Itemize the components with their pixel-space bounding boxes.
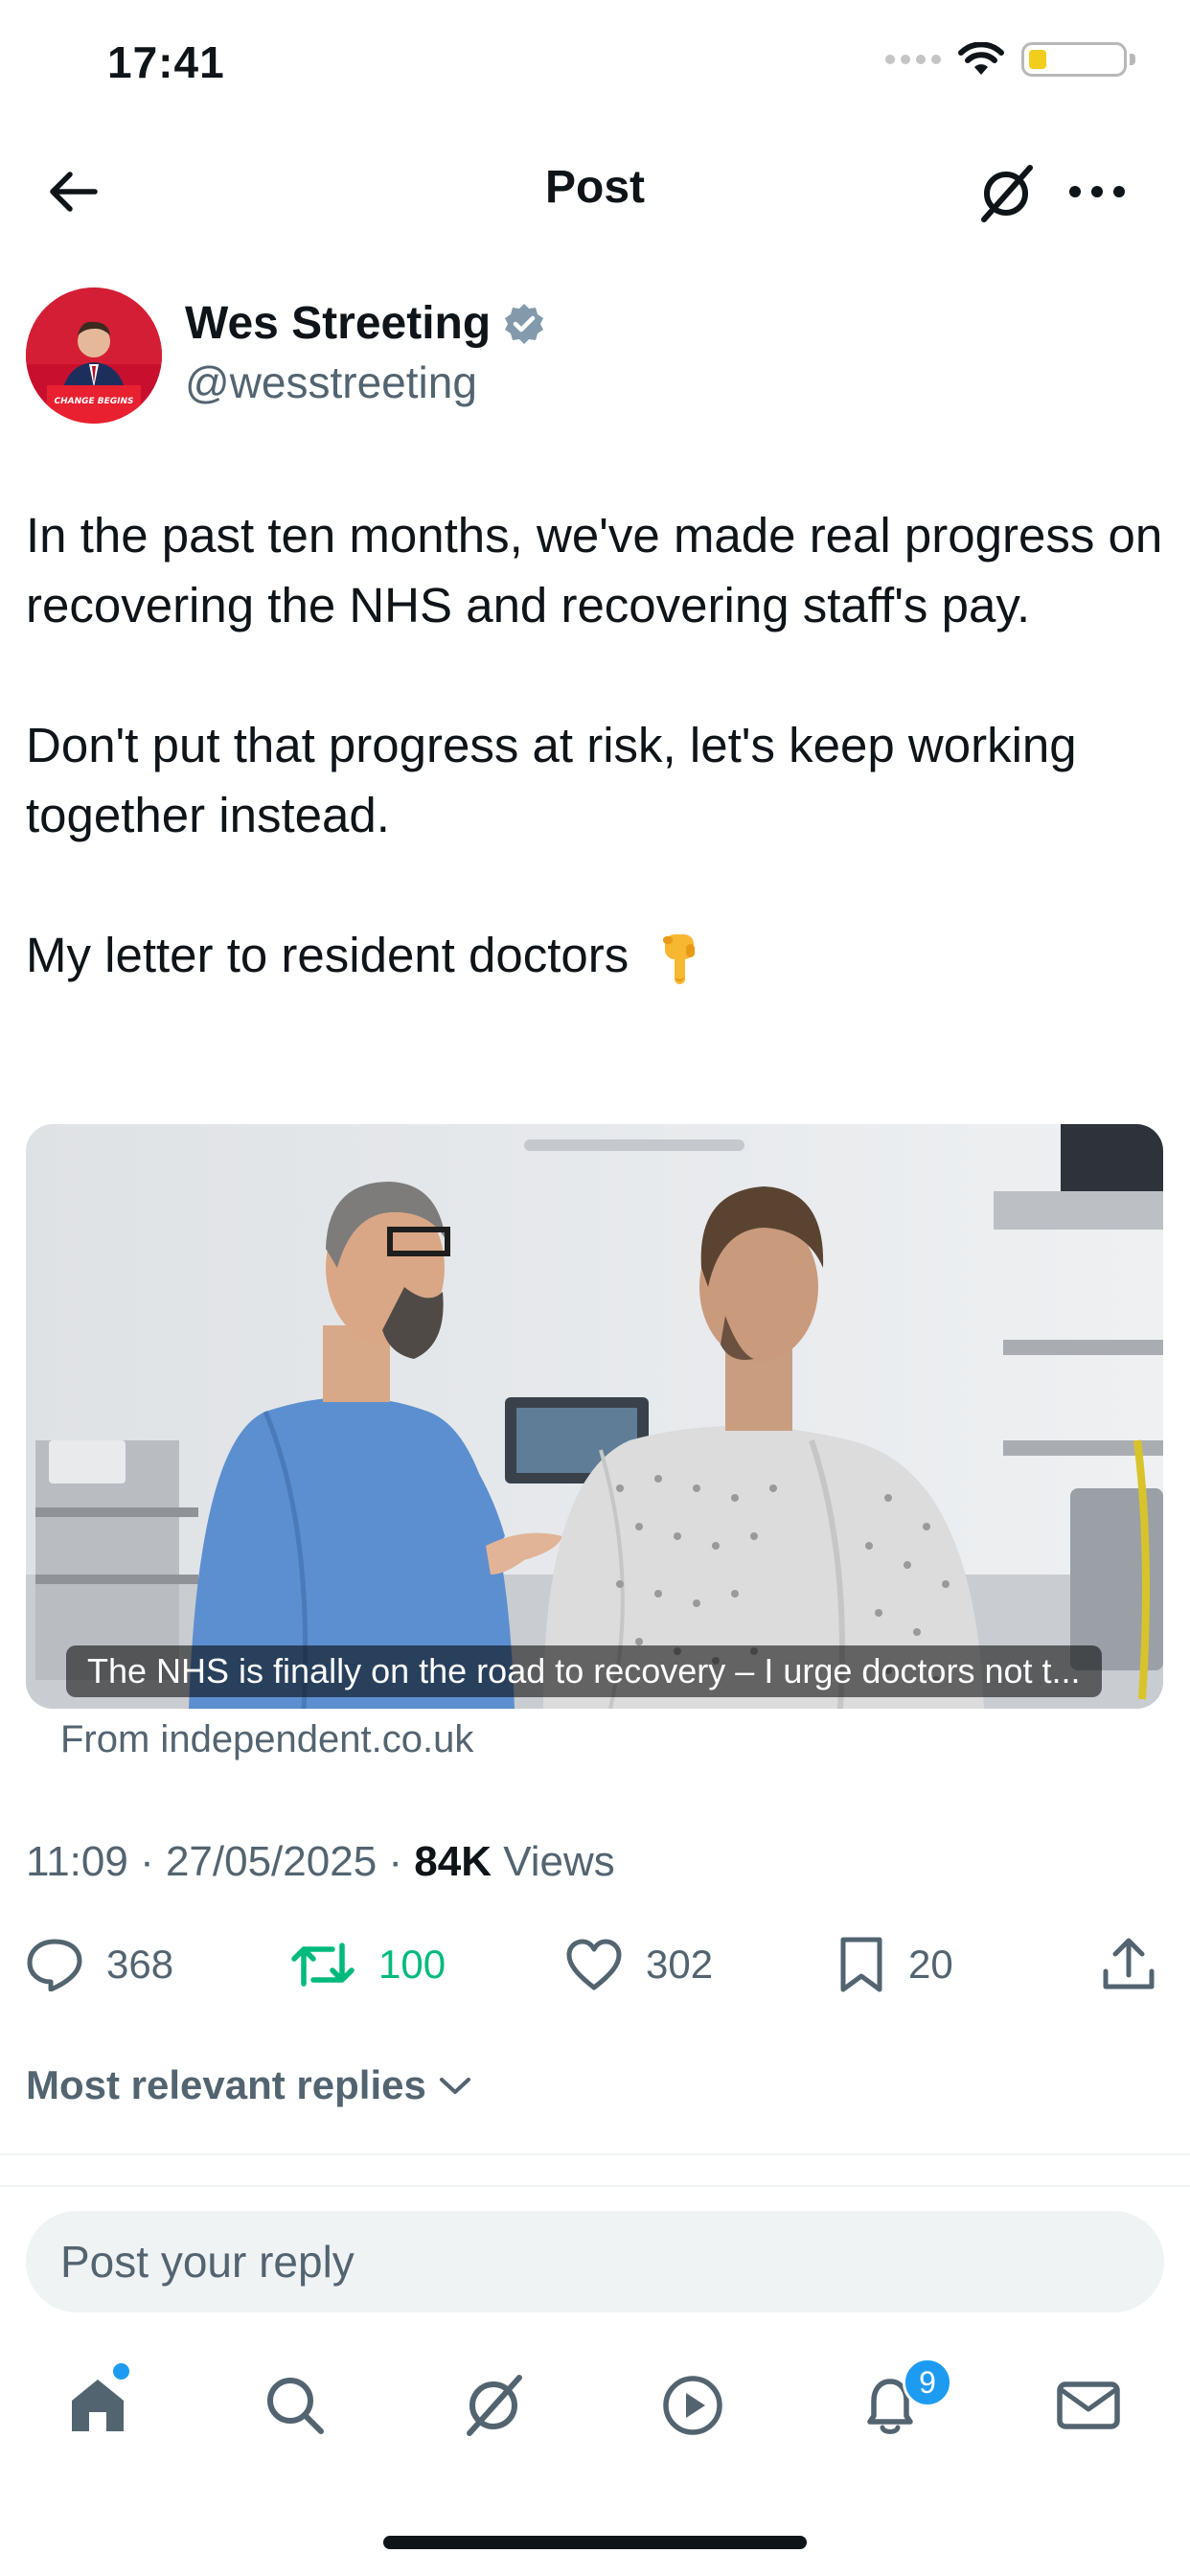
cellular-signal-icon xyxy=(885,55,941,64)
views-label: Views xyxy=(491,1838,615,1885)
bookmark-button[interactable]: 20 xyxy=(837,1928,953,2001)
verified-badge-icon xyxy=(505,303,544,344)
repost-icon xyxy=(291,1943,355,1987)
article-image xyxy=(26,1124,1163,1709)
chevron-down-icon xyxy=(439,2078,470,2094)
avatar-podium-text: CHANGE BEGINS xyxy=(54,397,133,406)
pointing-down-hand-icon xyxy=(663,933,696,984)
status-icons xyxy=(885,42,1135,77)
grok-icon xyxy=(981,165,1033,222)
author-handle[interactable]: @wesstreeting xyxy=(185,356,477,408)
home-unread-dot xyxy=(113,2363,129,2380)
grok-button[interactable] xyxy=(968,155,1044,232)
post-last-line: My letter to resident doctors xyxy=(26,920,1166,990)
views-count: 84K xyxy=(414,1838,492,1885)
notifications-badge: 9 xyxy=(903,2358,952,2407)
more-options-button[interactable] xyxy=(1059,163,1135,220)
nav-grok[interactable] xyxy=(450,2367,537,2444)
replies-sort-label: Most relevant replies xyxy=(26,2062,426,2107)
nav-search[interactable] xyxy=(252,2367,338,2444)
avatar-photo: CHANGE BEGINS xyxy=(26,288,162,424)
reply-count: 368 xyxy=(106,1942,174,1987)
status-time: 17:41 xyxy=(107,37,225,87)
author-name[interactable]: Wes Streeting xyxy=(185,297,546,350)
bookmark-icon xyxy=(840,1937,882,1992)
author-name-text: Wes Streeting xyxy=(185,298,492,349)
wifi-icon xyxy=(958,42,1004,75)
search-icon xyxy=(267,2378,324,2434)
home-indicator xyxy=(383,2536,807,2549)
link-card-source[interactable]: From independent.co.uk xyxy=(60,1718,473,1761)
post-last-line-text: My letter to resident doctors xyxy=(26,928,629,982)
nav-messages[interactable] xyxy=(1045,2367,1132,2444)
heart-icon xyxy=(566,1939,622,1990)
post-meta: 11:09 · 27/05/2025 · 84K Views xyxy=(26,1838,615,1886)
post-paragraph: In the past ten months, we've made real … xyxy=(26,508,1163,632)
share-icon xyxy=(1103,1938,1155,1990)
repost-count: 100 xyxy=(378,1942,446,1987)
link-card[interactable]: The NHS is finally on the road to recove… xyxy=(26,1124,1163,1709)
repost-button[interactable]: 100 xyxy=(290,1928,446,2001)
post-timestamp: 11:09 · 27/05/2025 · xyxy=(26,1838,415,1885)
bookmark-count: 20 xyxy=(908,1942,953,1987)
like-button[interactable]: 302 xyxy=(565,1928,713,2001)
replies-sort-dropdown[interactable]: Most relevant replies xyxy=(26,2062,472,2108)
post-header: Post xyxy=(0,144,1190,240)
battery-icon xyxy=(1021,42,1135,77)
reply-icon xyxy=(27,1939,82,1991)
like-count: 302 xyxy=(646,1942,714,1987)
share-button[interactable] xyxy=(1102,1928,1156,2001)
post-paragraph: Don't put that progress at risk, let's k… xyxy=(26,718,1077,842)
post-text: In the past ten months, we've made real … xyxy=(26,500,1166,990)
home-icon xyxy=(72,2380,124,2431)
link-card-caption: The NHS is finally on the road to recove… xyxy=(66,1645,1102,1697)
reply-input[interactable] xyxy=(26,2211,1164,2312)
grok-icon xyxy=(467,2375,522,2436)
divider xyxy=(0,2153,1190,2155)
reply-button[interactable]: 368 xyxy=(26,1928,173,2001)
mail-icon xyxy=(1057,2381,1120,2429)
play-circle-icon xyxy=(663,2376,722,2435)
divider xyxy=(0,2185,1190,2187)
more-dots-icon xyxy=(1069,186,1125,197)
nav-home[interactable] xyxy=(55,2367,141,2444)
nav-video[interactable] xyxy=(650,2367,736,2444)
author-avatar[interactable]: CHANGE BEGINS xyxy=(26,288,162,424)
